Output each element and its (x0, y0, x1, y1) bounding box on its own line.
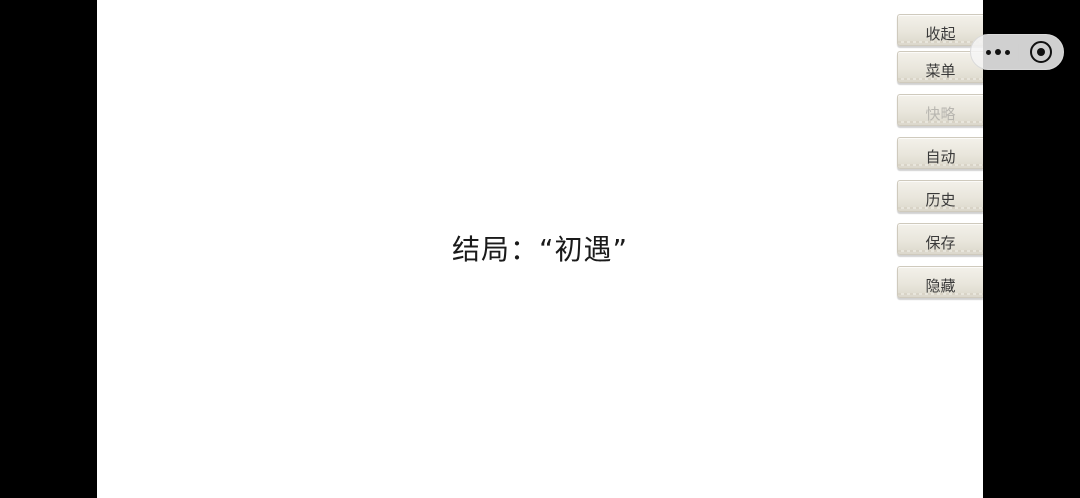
capsule-divider (1018, 44, 1019, 61)
miniprogram-capsule (970, 34, 1064, 70)
ending-title: 结局：“初遇” (451, 233, 628, 266)
history-button[interactable]: 历史 (897, 180, 983, 212)
target-close-icon[interactable] (1030, 41, 1052, 63)
game-stage[interactable]: 结局：“初遇” 收起 菜单 快略 自动 历史 保存 隐藏 (97, 0, 983, 498)
more-dots-icon[interactable] (979, 35, 1017, 69)
hide-button[interactable]: 隐藏 (897, 266, 983, 298)
skip-button[interactable]: 快略 (897, 94, 983, 126)
collapse-button[interactable]: 收起 (897, 14, 983, 46)
auto-button[interactable]: 自动 (897, 137, 983, 169)
save-button[interactable]: 保存 (897, 223, 983, 255)
screen: 结局：“初遇” 收起 菜单 快略 自动 历史 保存 隐藏 (0, 0, 1080, 498)
